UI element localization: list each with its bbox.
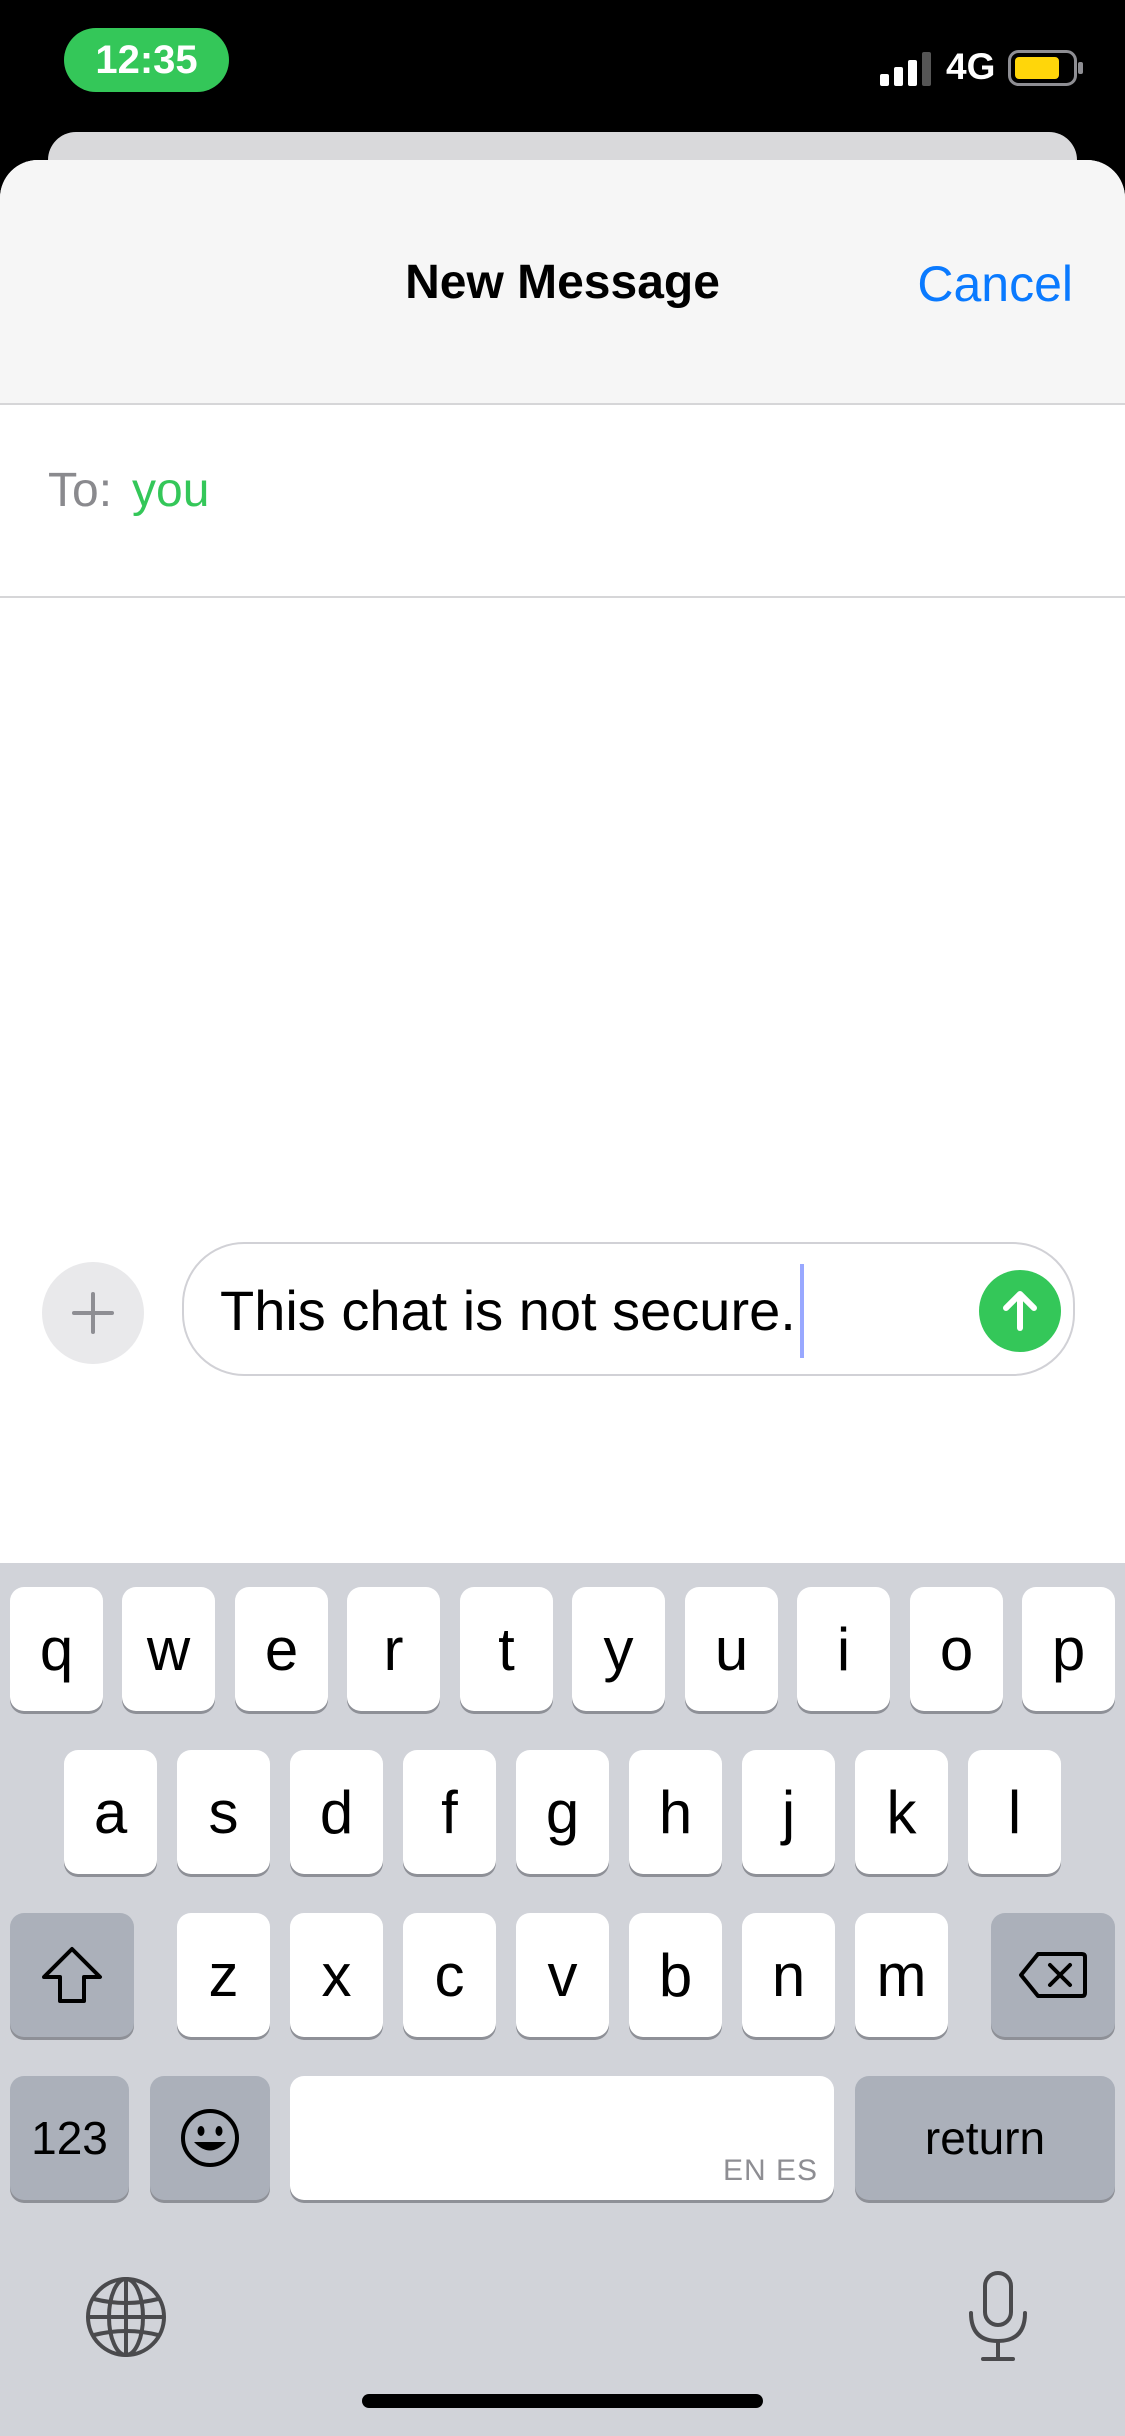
key-k[interactable]: k	[855, 1750, 948, 1874]
key-b[interactable]: b	[629, 1913, 722, 2037]
key-m[interactable]: m	[855, 1913, 948, 2037]
key-i[interactable]: i	[797, 1587, 890, 1711]
shift-key[interactable]	[10, 1913, 134, 2037]
return-key[interactable]: return	[855, 2076, 1115, 2200]
home-indicator[interactable]	[362, 2394, 763, 2408]
key-u[interactable]: u	[685, 1587, 778, 1711]
key-e[interactable]: e	[235, 1587, 328, 1711]
cellular-signal-icon	[880, 52, 931, 86]
key-g[interactable]: g	[516, 1750, 609, 1874]
network-type: 4G	[946, 46, 996, 87]
key-l[interactable]: l	[968, 1750, 1061, 1874]
recipient-token[interactable]: you	[132, 463, 209, 518]
key-r[interactable]: r	[347, 1587, 440, 1711]
cancel-button[interactable]: Cancel	[917, 255, 1073, 313]
message-input[interactable]: This chat is not secure.	[182, 1242, 1075, 1376]
globe-icon[interactable]	[84, 2275, 168, 2359]
key-t[interactable]: t	[460, 1587, 553, 1711]
delete-icon	[1019, 1952, 1087, 1998]
key-v[interactable]: v	[516, 1913, 609, 2037]
key-s[interactable]: s	[177, 1750, 270, 1874]
battery-icon	[1008, 50, 1083, 86]
key-n[interactable]: n	[742, 1913, 835, 2037]
status-bar: 12:35 4G	[0, 0, 1125, 130]
key-w[interactable]: w	[122, 1587, 215, 1711]
key-x[interactable]: x	[290, 1913, 383, 2037]
key-f[interactable]: f	[403, 1750, 496, 1874]
key-p[interactable]: p	[1022, 1587, 1115, 1711]
key-a[interactable]: a	[64, 1750, 157, 1874]
delete-key[interactable]	[991, 1913, 1115, 2037]
numbers-key[interactable]: 123	[10, 2076, 129, 2200]
text-cursor	[800, 1264, 804, 1358]
arrow-up-icon	[1003, 1291, 1037, 1331]
space-key[interactable]: EN ES	[290, 2076, 834, 2200]
emoji-icon	[181, 2109, 239, 2167]
status-time[interactable]: 12:35	[64, 28, 229, 92]
key-d[interactable]: d	[290, 1750, 383, 1874]
space-key-languages: EN ES	[722, 2154, 818, 2187]
key-o[interactable]: o	[910, 1587, 1003, 1711]
shift-icon	[42, 1947, 102, 2003]
screen: 12:35 4G New Message Cancel To: you This…	[0, 0, 1125, 2436]
send-button[interactable]	[979, 1270, 1061, 1352]
navigation-bar: New Message Cancel	[0, 160, 1125, 405]
recipient-field[interactable]: To: you	[0, 405, 1125, 598]
to-label: To:	[48, 464, 113, 517]
key-y[interactable]: y	[572, 1587, 665, 1711]
key-c[interactable]: c	[403, 1913, 496, 2037]
key-z[interactable]: z	[177, 1913, 270, 2037]
key-h[interactable]: h	[629, 1750, 722, 1874]
microphone-icon[interactable]	[963, 2269, 1033, 2365]
keyboard: q w e r t y u i o p a s d f g h j k l z …	[0, 1563, 1125, 2436]
message-text: This chat is not secure.	[220, 1279, 796, 1342]
add-attachment-button[interactable]	[42, 1262, 144, 1364]
emoji-key[interactable]	[150, 2076, 270, 2200]
message-composer: This chat is not secure.	[0, 1220, 1125, 1400]
plus-icon	[72, 1292, 114, 1334]
key-j[interactable]: j	[742, 1750, 835, 1874]
key-q[interactable]: q	[10, 1587, 103, 1711]
